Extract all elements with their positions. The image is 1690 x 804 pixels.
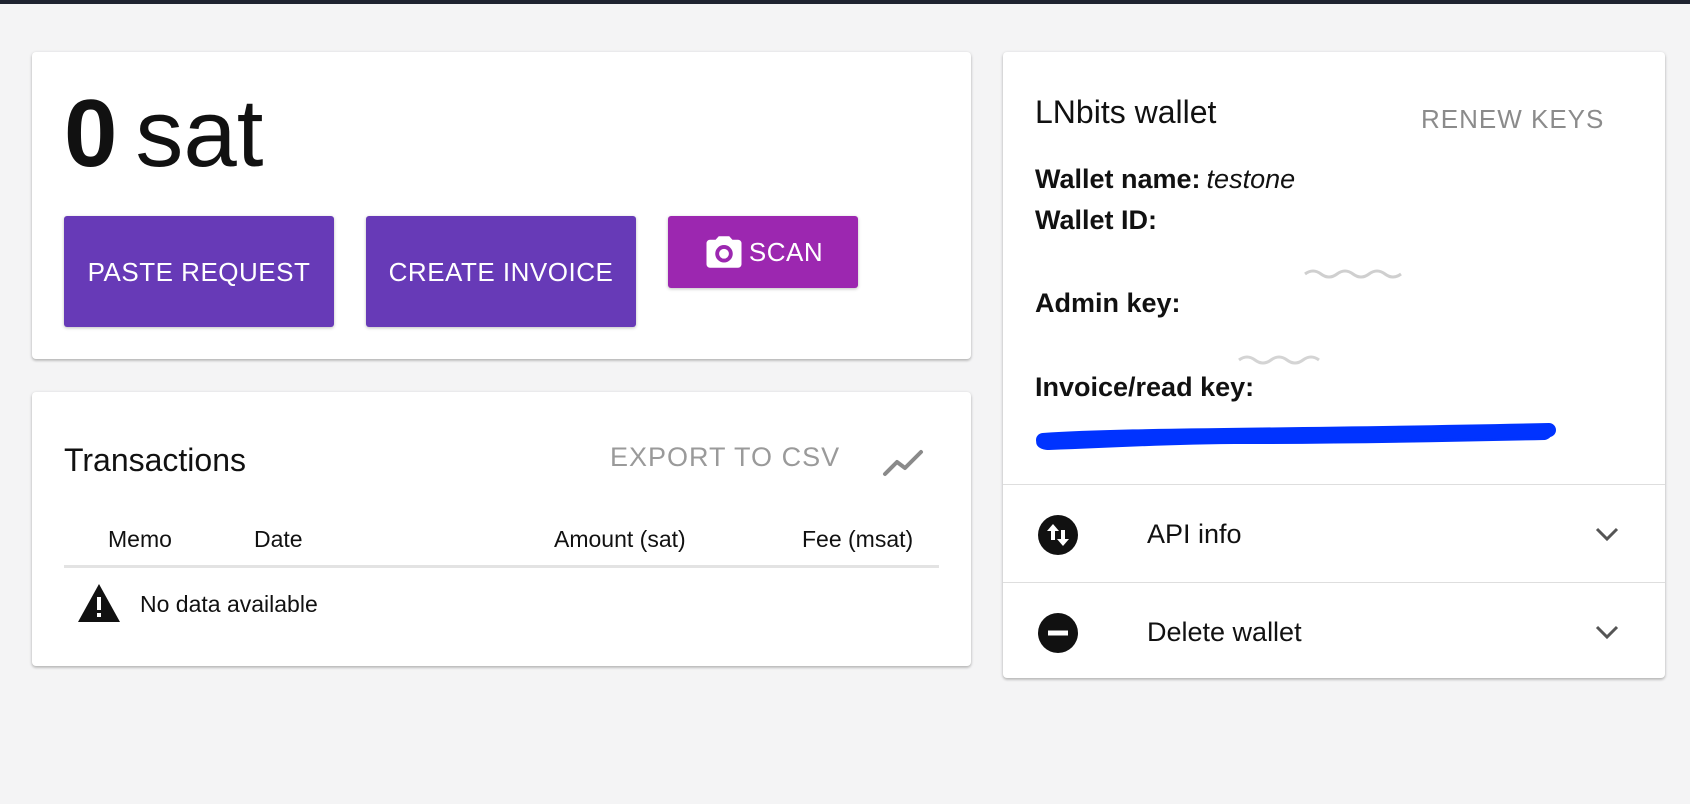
delete-wallet-expander[interactable]: Delete wallet (1003, 584, 1665, 678)
create-invoice-button[interactable]: CREATE INVOICE (366, 216, 636, 327)
balance-amount: 0 (64, 80, 118, 187)
card-divider (1003, 582, 1665, 583)
wallet-info-card: LNbits wallet RENEW KEYS Wallet name: tes… (1003, 52, 1665, 678)
wallet-name-label: Wallet name: (1035, 164, 1201, 194)
empty-table-message: No data available (140, 591, 318, 617)
redacted-invoice-key (1036, 423, 1556, 450)
wallet-name-value: testone (1206, 164, 1296, 194)
balance-card: 0 sat PASTE REQUEST CREATE INVOICE SCAN (32, 52, 971, 359)
admin-key-value-redacted (1235, 350, 1335, 368)
export-csv-button[interactable]: EXPORT TO CSV (610, 442, 840, 473)
remove-circle-icon (1038, 613, 1078, 653)
balance-unit: sat (135, 80, 264, 187)
renew-keys-button[interactable]: RENEW KEYS (1421, 104, 1604, 135)
swap-vertical-icon (1038, 515, 1078, 555)
column-header-memo[interactable]: Memo (108, 526, 172, 553)
transactions-card: Transactions EXPORT TO CSV Memo Date Amo… (32, 392, 971, 666)
wallet-id-label: Wallet ID: (1035, 205, 1158, 235)
chart-line-icon[interactable] (881, 442, 925, 482)
admin-key-label: Admin key: (1035, 288, 1181, 318)
wallet-balance: 0 sat (64, 86, 263, 182)
column-header-date[interactable]: Date (254, 526, 303, 553)
paste-request-button[interactable]: PASTE REQUEST (64, 216, 334, 327)
chevron-down-icon (1595, 625, 1619, 640)
scan-button-label: SCAN (748, 237, 824, 267)
card-divider (1003, 484, 1665, 485)
top-bar (0, 0, 1690, 4)
wallet-id-value-redacted (1301, 264, 1411, 282)
delete-wallet-label: Delete wallet (1147, 617, 1302, 647)
wallet-name-row: Wallet name: testone (1035, 164, 1295, 195)
table-header-divider (64, 565, 939, 568)
api-info-label: API info (1147, 519, 1242, 549)
wallet-card-title: LNbits wallet (1035, 94, 1217, 130)
column-header-amount[interactable]: Amount (sat) (554, 526, 686, 553)
invoice-read-key-label: Invoice/read key: (1035, 372, 1255, 402)
transactions-title: Transactions (64, 442, 246, 478)
scan-button[interactable]: SCAN (668, 216, 858, 288)
column-header-fee[interactable]: Fee (msat) (802, 526, 913, 553)
chevron-down-icon (1595, 527, 1619, 542)
warning-icon (78, 584, 120, 622)
camera-icon (706, 236, 742, 268)
api-info-expander[interactable]: API info (1003, 486, 1665, 582)
